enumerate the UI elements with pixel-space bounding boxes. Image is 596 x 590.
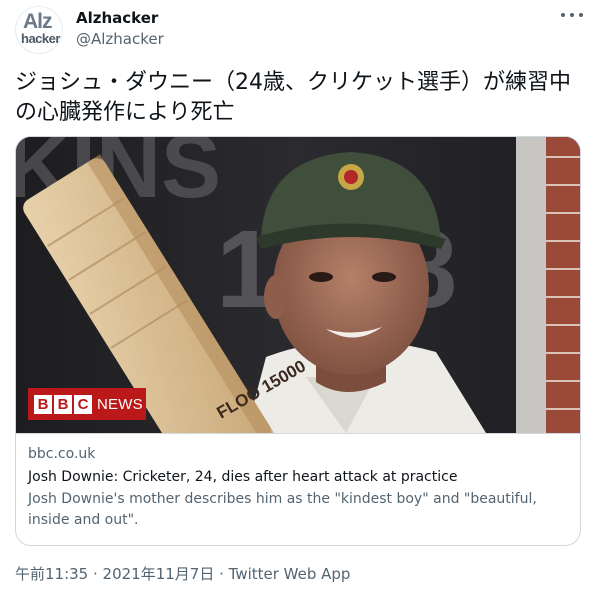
bbc-logo-news: NEWS <box>97 395 143 413</box>
author-display-name[interactable]: Alzhacker <box>76 9 158 27</box>
bbc-logo-letter: B <box>34 394 52 414</box>
more-horizontal-icon[interactable] <box>561 6 583 24</box>
card-description: Josh Downie's mother describes him as th… <box>28 491 537 528</box>
tweet-text: ジョシュ・ダウニー（24歳、クリケット選手）が練習中の心臓発作により死亡 <box>15 70 571 125</box>
bbc-logo-letter: B <box>54 394 72 414</box>
bbc-logo-letter: C <box>74 394 92 414</box>
card-meta[interactable]: bbc.co.uk Josh Downie: Cricketer, 24, di… <box>16 433 580 531</box>
card-image[interactable]: KINS 19 8 <box>16 137 580 433</box>
tweet: Alz hacker Alzhacker @Alzhacker ジョシュ・ダウニ… <box>0 0 596 590</box>
card-title: Josh Downie: Cricketer, 24, dies after h… <box>28 469 458 485</box>
bbc-news-logo: B B C NEWS <box>28 388 146 420</box>
author-handle[interactable]: @Alzhacker <box>76 30 164 48</box>
avatar[interactable]: Alz hacker <box>15 6 63 54</box>
link-card[interactable]: KINS 19 8 <box>15 136 581 546</box>
avatar-text-bottom: hacker <box>21 31 60 46</box>
tweet-timestamp[interactable]: 午前11:35 · 2021年11月7日 · Twitter Web App <box>15 563 350 584</box>
card-domain: bbc.co.uk <box>28 446 96 462</box>
